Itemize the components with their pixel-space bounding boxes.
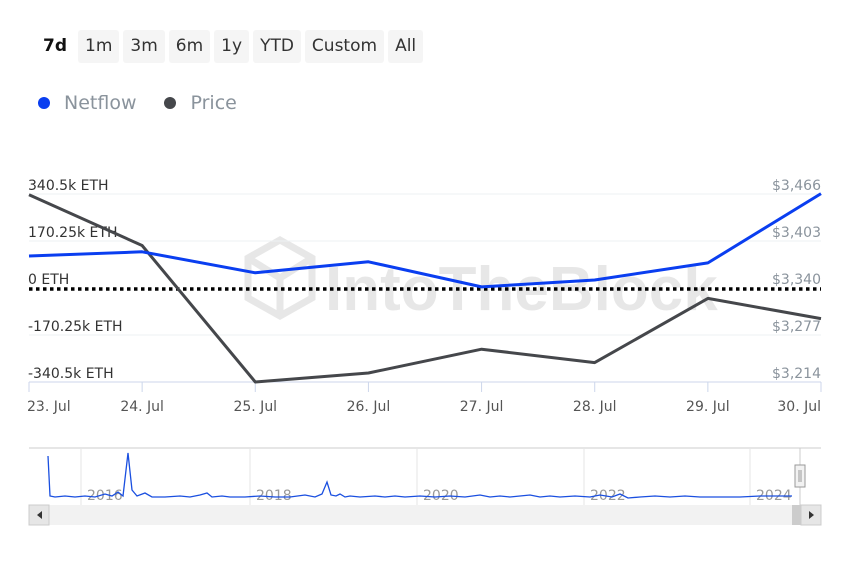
scrollbar[interactable] xyxy=(28,504,822,526)
navigator-handle[interactable] xyxy=(794,464,806,488)
right-axis-tick: $3,466 xyxy=(772,178,821,194)
left-axis: 340.5k ETH170.25k ETH0 ETH-170.25k ETH-3… xyxy=(28,178,123,382)
x-tick-label: 23. Jul xyxy=(27,399,71,415)
x-tick-label: 27. Jul xyxy=(460,399,504,415)
left-axis-tick: -340.5k ETH xyxy=(28,366,114,382)
watermark-logo-icon xyxy=(244,235,316,321)
x-tick-label: 25. Jul xyxy=(233,399,277,415)
right-axis-tick: $3,403 xyxy=(772,225,821,241)
x-tick-label: 28. Jul xyxy=(573,399,617,415)
left-axis-tick: 340.5k ETH xyxy=(28,178,109,194)
x-tick-label: 26. Jul xyxy=(347,399,391,415)
x-axis: 23. Jul 24. Jul 25. Jul 26. Jul 27. Jul 28. J… xyxy=(27,382,822,415)
x-tick-label: 24. Jul xyxy=(120,399,164,415)
right-axis-tick: $3,340 xyxy=(772,272,821,288)
navigator[interactable]: 2016 2018 2020 2022 2024 xyxy=(29,447,821,505)
navigator-year-label: 2016 xyxy=(87,488,123,504)
chart-svg: IntoTheBlock 340.5k ETH170.25k ETH0 ETH-… xyxy=(27,178,822,526)
x-tick-label: 30. Jul xyxy=(777,399,821,415)
right-axis-tick: $3,277 xyxy=(772,319,821,335)
left-axis-tick: -170.25k ETH xyxy=(28,319,123,335)
watermark: IntoTheBlock xyxy=(244,235,718,324)
x-tick-label: 29. Jul xyxy=(686,399,730,415)
navigator-series-line xyxy=(47,452,792,499)
scrollbar-track[interactable] xyxy=(29,505,821,525)
left-axis-tick: 0 ETH xyxy=(28,272,69,288)
right-axis-tick: $3,214 xyxy=(772,366,821,382)
